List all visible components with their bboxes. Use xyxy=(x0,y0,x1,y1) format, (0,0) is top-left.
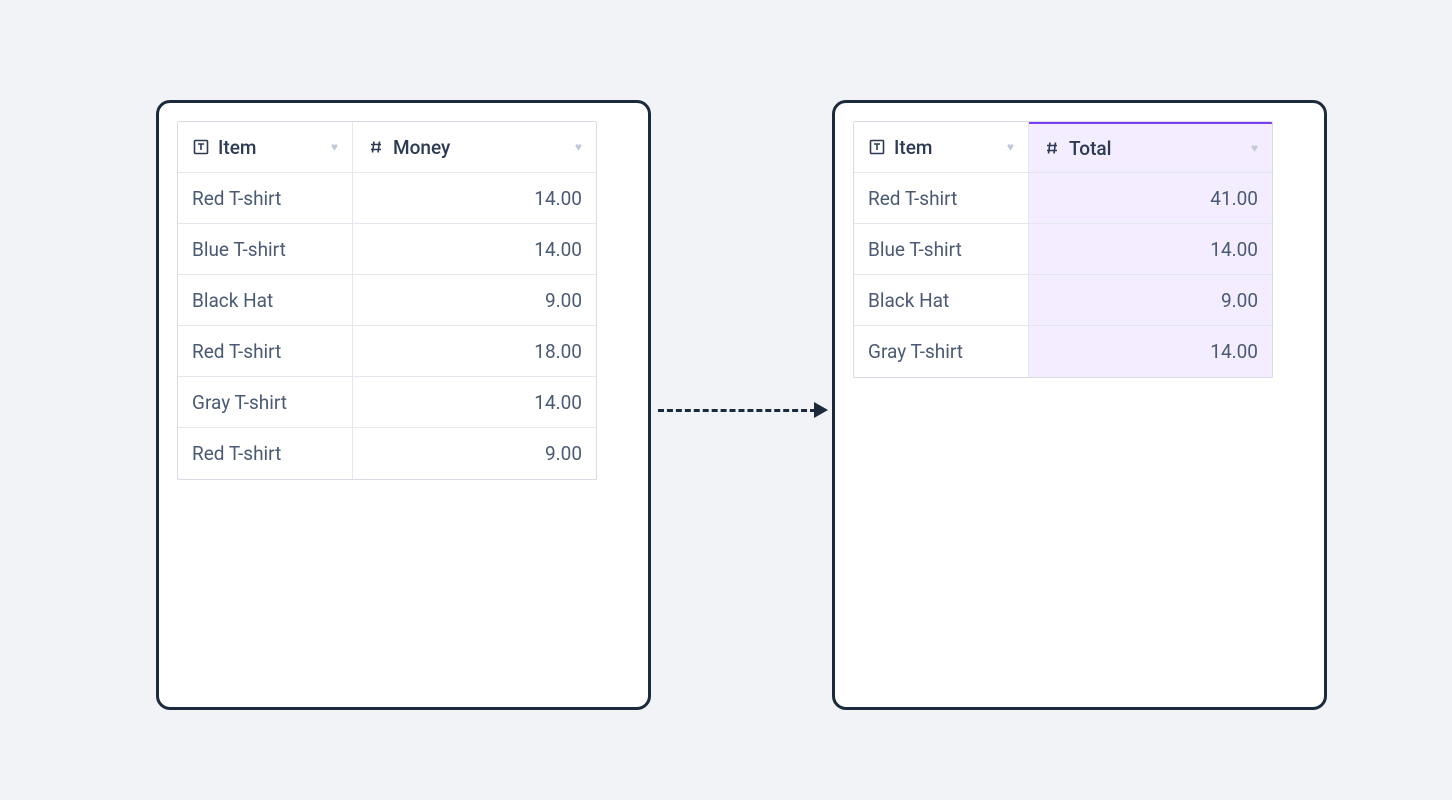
column-header-item[interactable]: Item ♥ xyxy=(178,122,353,172)
column-label: Item xyxy=(218,136,256,159)
table-row: Red T-shirt 14.00 xyxy=(178,173,596,224)
column-header-total[interactable]: Total ♥ xyxy=(1029,121,1272,172)
table-row: Gray T-shirt 14.00 xyxy=(178,377,596,428)
column-label: Total xyxy=(1069,137,1111,160)
result-panel: Item ♥ Total ♥ xyxy=(832,100,1327,710)
table-row: Black Hat 9.00 xyxy=(854,275,1272,326)
column-header-item[interactable]: Item ♥ xyxy=(854,122,1029,172)
cell-value: 9.00 xyxy=(353,275,596,325)
cell-value: 18.00 xyxy=(353,326,596,376)
cell-value: 14.00 xyxy=(353,377,596,427)
table-row: Gray T-shirt 14.00 xyxy=(854,326,1272,377)
result-table: Item ♥ Total ♥ xyxy=(853,121,1273,378)
table-row: Red T-shirt 41.00 xyxy=(854,173,1272,224)
cell-item: Gray T-shirt xyxy=(178,377,353,427)
column-label: Money xyxy=(393,136,450,159)
table-header-row: Item ♥ Total ♥ xyxy=(854,122,1272,173)
cell-item: Blue T-shirt xyxy=(178,224,353,274)
table-row: Blue T-shirt 14.00 xyxy=(178,224,596,275)
cell-item: Red T-shirt xyxy=(178,173,353,223)
cell-value: 14.00 xyxy=(353,224,596,274)
column-label: Item xyxy=(894,136,932,159)
heart-icon[interactable]: ♥ xyxy=(1007,140,1014,154)
column-header-money[interactable]: Money ♥ xyxy=(353,122,596,172)
source-panel: Item ♥ Money ♥ xyxy=(156,100,651,710)
cell-item: Red T-shirt xyxy=(178,326,353,376)
cell-value: 9.00 xyxy=(353,428,596,479)
cell-value: 41.00 xyxy=(1029,173,1272,223)
cell-value: 14.00 xyxy=(353,173,596,223)
number-type-icon xyxy=(367,138,385,156)
table-row: Blue T-shirt 14.00 xyxy=(854,224,1272,275)
table-row: Black Hat 9.00 xyxy=(178,275,596,326)
text-type-icon xyxy=(192,138,210,156)
cell-item: Red T-shirt xyxy=(178,428,353,479)
cell-item: Gray T-shirt xyxy=(854,326,1029,377)
table-row: Red T-shirt 9.00 xyxy=(178,428,596,479)
heart-icon[interactable]: ♥ xyxy=(575,140,582,154)
transform-arrow xyxy=(658,400,828,420)
cell-value: 14.00 xyxy=(1029,224,1272,274)
heart-icon[interactable]: ♥ xyxy=(331,140,338,154)
table-header-row: Item ♥ Money ♥ xyxy=(178,122,596,173)
heart-icon[interactable]: ♥ xyxy=(1251,141,1258,155)
source-table: Item ♥ Money ♥ xyxy=(177,121,597,480)
cell-item: Blue T-shirt xyxy=(854,224,1029,274)
table-row: Red T-shirt 18.00 xyxy=(178,326,596,377)
arrow-line xyxy=(658,409,816,412)
cell-value: 9.00 xyxy=(1029,275,1272,325)
number-type-icon xyxy=(1043,139,1061,157)
cell-item: Black Hat xyxy=(854,275,1029,325)
diagram-canvas: Item ♥ Money ♥ xyxy=(16,10,1436,790)
cell-item: Red T-shirt xyxy=(854,173,1029,223)
cell-item: Black Hat xyxy=(178,275,353,325)
cell-value: 14.00 xyxy=(1029,326,1272,377)
arrow-head-icon xyxy=(814,402,828,418)
text-type-icon xyxy=(868,138,886,156)
